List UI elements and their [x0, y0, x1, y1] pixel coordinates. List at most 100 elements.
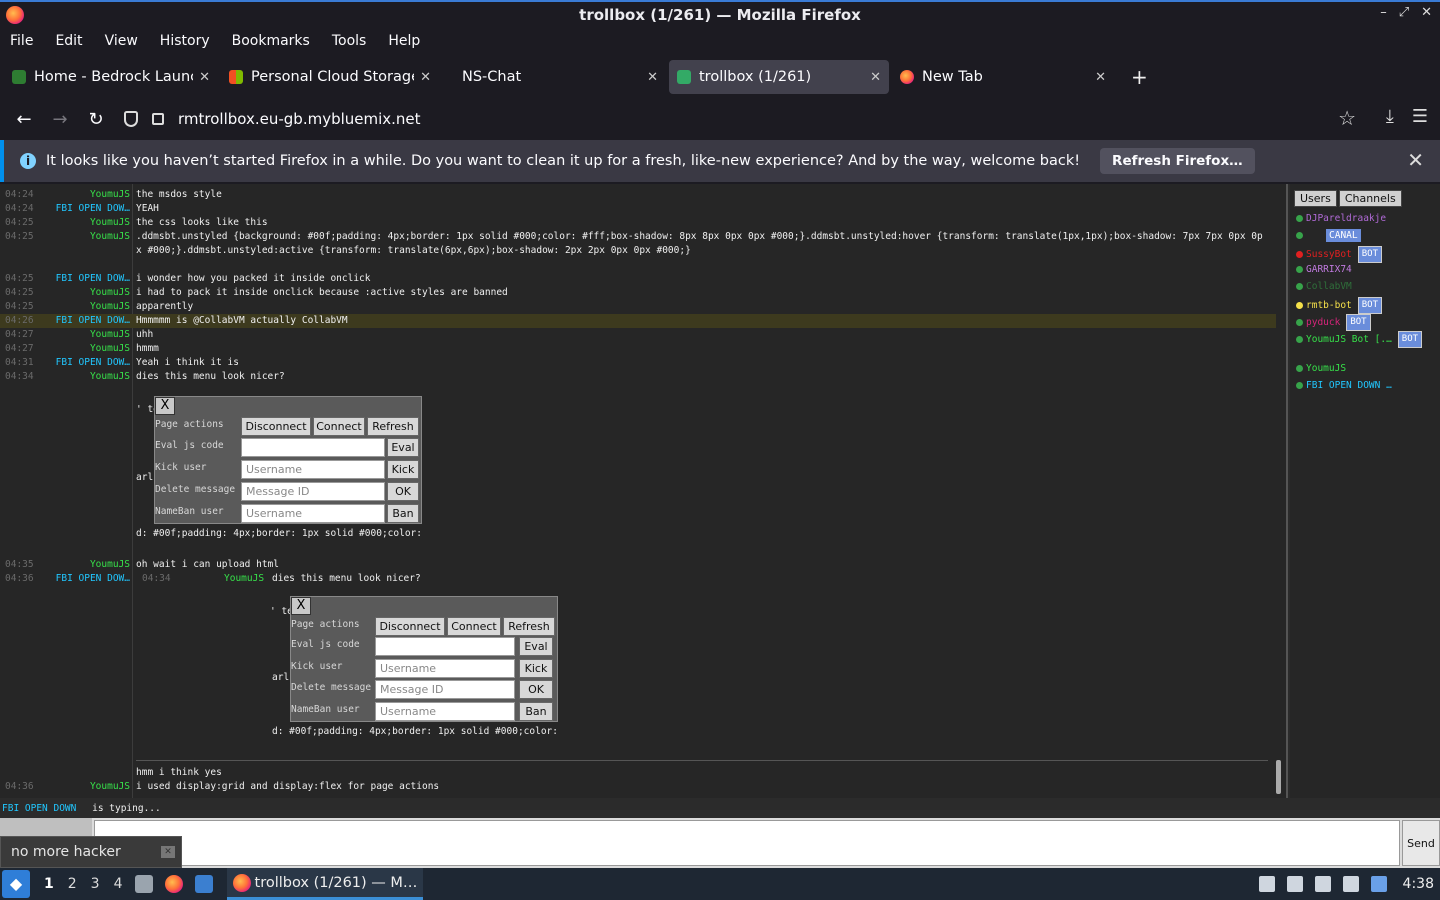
chat-log[interactable]: 04:24 YoumuJS the msdos style 04:24 FBI …: [0, 184, 1288, 798]
nickname[interactable]: YoumuJS: [90, 342, 130, 356]
eval-button[interactable]: Eval: [519, 637, 553, 656]
user-name[interactable]: DJPareldraakje: [1306, 212, 1386, 225]
ban-button[interactable]: Ban: [387, 504, 419, 523]
tracking-shield-icon[interactable]: [124, 111, 138, 127]
eval-input[interactable]: [241, 438, 385, 457]
delete-ok-button[interactable]: OK: [387, 482, 419, 501]
tab-ns-chat[interactable]: NS-Chat ✕: [442, 60, 666, 94]
message-id-input[interactable]: Message ID: [241, 482, 385, 501]
close-tab-icon[interactable]: ✕: [1095, 70, 1106, 85]
url-text[interactable]: rmtrollbox.eu-gb.mybluemix.net: [178, 110, 421, 128]
taskbar-firefox-window[interactable]: trollbox (1/261) — M…: [226, 868, 423, 900]
reload-icon[interactable]: ↻: [78, 109, 114, 130]
tab-trollbox[interactable]: trollbox (1/261) ✕: [669, 60, 889, 94]
ban-button[interactable]: Ban: [519, 702, 553, 721]
hamburger-menu-icon[interactable]: ☰: [1412, 106, 1428, 127]
menu-file[interactable]: File: [10, 33, 33, 49]
file-manager-icon[interactable]: [134, 875, 153, 893]
volume-icon[interactable]: [1286, 876, 1303, 892]
start-menu-icon[interactable]: ◆: [2, 870, 30, 898]
user-name[interactable]: pyduck: [1306, 316, 1340, 329]
message-input[interactable]: [94, 820, 1400, 866]
nickname[interactable]: YoumuJS: [90, 300, 130, 314]
ban-username-input[interactable]: Username: [375, 702, 515, 721]
new-tab-plus-icon[interactable]: +: [1131, 65, 1148, 89]
maximize-icon[interactable]: ⤢: [1399, 5, 1409, 20]
tab-cloud-storage[interactable]: Personal Cloud Storage - ✕: [221, 60, 439, 94]
message-id-input[interactable]: Message ID: [375, 680, 515, 699]
user-name[interactable]: FBI OPEN DOWN …: [1306, 379, 1392, 392]
toast-close-icon[interactable]: ✕: [161, 846, 175, 858]
menu-bookmarks[interactable]: Bookmarks: [232, 33, 310, 49]
user-list-item[interactable]: FBI OPEN DOWN …: [1296, 379, 1392, 392]
firefox-launcher-icon[interactable]: [164, 875, 183, 893]
url-bar[interactable]: rmtrollbox.eu-gb.mybluemix.net ☆: [118, 103, 1360, 135]
nickname[interactable]: FBI OPEN DOW…: [56, 572, 130, 586]
close-tab-icon[interactable]: ✕: [647, 70, 658, 85]
user-name[interactable]: YoumuJS Bot [.…: [1306, 333, 1392, 346]
close-tab-icon[interactable]: ✕: [199, 70, 210, 85]
refresh-button[interactable]: Refresh: [503, 617, 555, 636]
nickname[interactable]: FBI OPEN DOW…: [56, 356, 130, 370]
nickname[interactable]: YoumuJS: [90, 370, 130, 384]
tab-users[interactable]: Users: [1294, 190, 1337, 207]
downloads-icon[interactable]: ⤓: [1386, 106, 1394, 127]
menu-history[interactable]: History: [160, 33, 210, 49]
tab-channels[interactable]: Channels: [1338, 190, 1402, 207]
kick-button[interactable]: Kick: [519, 659, 553, 678]
close-tab-icon[interactable]: ✕: [870, 70, 881, 85]
user-list-item[interactable]: GARRIX74: [1296, 263, 1352, 276]
eval-button[interactable]: Eval: [387, 438, 419, 457]
send-button[interactable]: Send: [1402, 820, 1440, 866]
chat-scrollbar[interactable]: [1276, 760, 1281, 794]
kick-username-input[interactable]: Username: [375, 659, 515, 678]
refresh-firefox-button[interactable]: Refresh Firefox…: [1100, 148, 1255, 174]
user-name[interactable]: GARRIX74: [1306, 263, 1352, 276]
user-list-item[interactable]: DJPareldraakje: [1296, 212, 1386, 225]
nickname[interactable]: YoumuJS: [90, 328, 130, 342]
kick-button[interactable]: Kick: [387, 460, 419, 479]
user-name[interactable]: SussyBot: [1306, 248, 1352, 261]
disconnect-button[interactable]: Disconnect: [375, 617, 445, 636]
eval-input[interactable]: [375, 637, 515, 656]
close-notification-icon[interactable]: ✕: [1407, 148, 1424, 172]
user-name[interactable]: YoumuJS: [1306, 362, 1346, 375]
menu-help[interactable]: Help: [388, 33, 420, 49]
panel-close-button[interactable]: X: [291, 597, 311, 615]
update-notifier-icon[interactable]: [1370, 876, 1387, 892]
user-name[interactable]: CollabVM: [1306, 280, 1352, 293]
nickname[interactable]: YoumuJS: [90, 558, 130, 572]
clock[interactable]: 4:38: [1403, 876, 1434, 892]
refresh-button[interactable]: Refresh: [367, 417, 419, 436]
back-arrow-icon[interactable]: ←: [6, 109, 42, 130]
menu-edit[interactable]: Edit: [55, 33, 82, 49]
menu-tools[interactable]: Tools: [332, 33, 367, 49]
user-list-item[interactable]: CANAL: [1296, 229, 1361, 242]
nickname[interactable]: YoumuJS: [90, 230, 130, 244]
panel-close-button[interactable]: X: [155, 397, 175, 415]
disconnect-button[interactable]: Disconnect: [241, 417, 311, 436]
workspace-2[interactable]: 2: [68, 876, 77, 892]
nickname[interactable]: YoumuJS: [90, 188, 130, 202]
nickname[interactable]: FBI OPEN DOW…: [56, 314, 130, 328]
workspace-1[interactable]: 1: [44, 876, 54, 892]
user-list-item[interactable]: rmtb-bot BOT: [1296, 297, 1383, 314]
kick-username-input[interactable]: Username: [241, 460, 385, 479]
workspace-3[interactable]: 3: [91, 876, 100, 892]
minimize-icon[interactable]: –: [1380, 5, 1387, 20]
forward-arrow-icon[interactable]: →: [42, 109, 78, 130]
user-list-item[interactable]: pyduck BOT: [1296, 314, 1371, 331]
user-name[interactable]: rmtb-bot: [1306, 299, 1352, 312]
close-window-icon[interactable]: ✕: [1421, 5, 1432, 20]
network-icon[interactable]: [1342, 876, 1359, 892]
user-list-item[interactable]: YoumuJS: [1296, 362, 1346, 375]
tab-bedrock[interactable]: Home - Bedrock Launche ✕: [4, 60, 218, 94]
user-list-item[interactable]: SussyBot BOT: [1296, 246, 1383, 263]
tray-eject-icon[interactable]: [1258, 876, 1275, 892]
user-name[interactable]: CANAL: [1326, 229, 1361, 242]
connect-button[interactable]: Connect: [313, 417, 365, 436]
notification-toast[interactable]: no more hacker ✕: [0, 836, 182, 868]
menu-view[interactable]: View: [105, 33, 138, 49]
user-list-item[interactable]: CollabVM: [1296, 280, 1352, 293]
delete-ok-button[interactable]: OK: [519, 680, 553, 699]
